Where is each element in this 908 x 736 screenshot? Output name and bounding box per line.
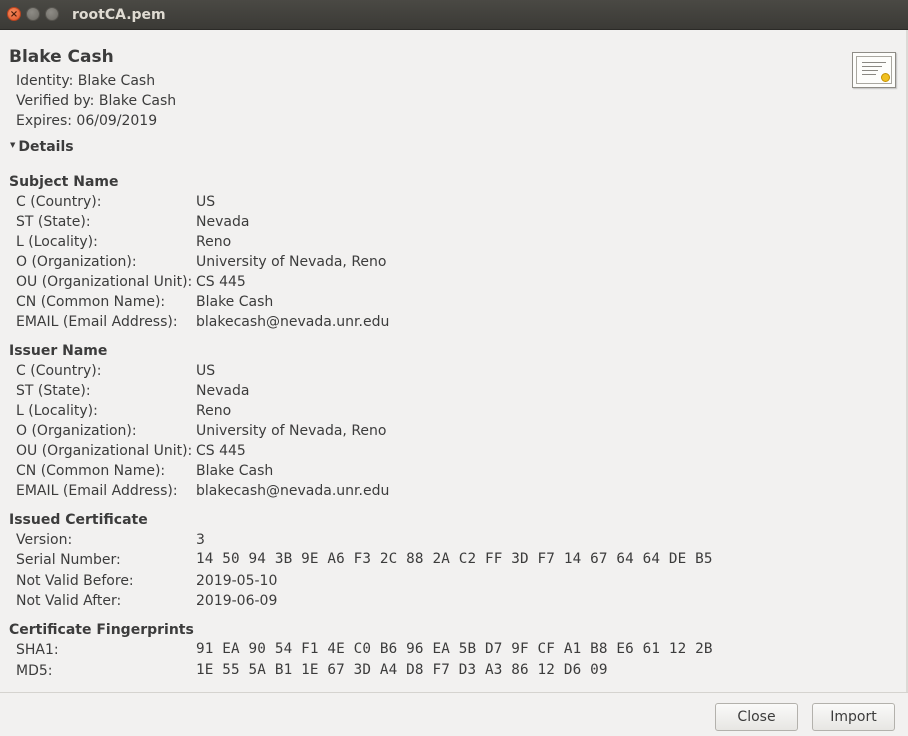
issuer-label: O (Organization):: [16, 423, 137, 439]
issuer-value: blakecash@nevada.unr.edu: [196, 483, 390, 499]
issuer-label: CN (Common Name):: [16, 463, 166, 479]
subject-label: ST (State):: [16, 214, 91, 230]
subject-value: Nevada: [196, 214, 250, 230]
subject-value: US: [196, 194, 216, 210]
issuer-value: Reno: [196, 403, 232, 419]
issued-label: Version:: [16, 532, 73, 548]
subject-value: CS 445: [196, 274, 246, 290]
fingerprints-heading: Certificate Fingerprints: [9, 622, 194, 638]
verified-by-text: Verified by: Blake Cash: [16, 93, 177, 109]
expires-text: Expires: 06/09/2019: [16, 113, 158, 129]
issued-label: Serial Number:: [16, 552, 121, 568]
certificate-icon: [852, 52, 896, 88]
subject-label: CN (Common Name):: [16, 294, 166, 310]
fingerprint-label: MD5:: [16, 663, 53, 679]
subject-heading: Subject Name: [9, 174, 119, 190]
issued-label: Not Valid Before:: [16, 573, 134, 589]
import-button[interactable]: Import: [812, 703, 895, 731]
certificate-viewer: Blake Cash Identity: Blake Cash Verified…: [0, 30, 908, 692]
issuer-value: Nevada: [196, 383, 250, 399]
subject-value: blakecash@nevada.unr.edu: [196, 314, 390, 330]
subject-label: EMAIL (Email Address):: [16, 314, 178, 330]
issued-value: 2019-06-09: [196, 593, 278, 609]
issuer-label: L (Locality):: [16, 403, 98, 419]
issuer-value: CS 445: [196, 443, 246, 459]
title-bar: × rootCA.pem: [0, 0, 908, 30]
sha1-value: 91 EA 90 54 F1 4E C0 B6 96 EA 5B D7 9F C…: [196, 641, 713, 657]
issuer-value: US: [196, 363, 216, 379]
details-expander[interactable]: ▼ Details: [10, 139, 74, 155]
issuer-label: ST (State):: [16, 383, 91, 399]
subject-label: O (Organization):: [16, 254, 137, 270]
details-label: Details: [18, 139, 74, 155]
issued-label: Not Valid After:: [16, 593, 122, 609]
certificate-name: Blake Cash: [9, 47, 114, 67]
window-close-icon[interactable]: ×: [7, 7, 21, 21]
window-maximize-icon[interactable]: [45, 7, 59, 21]
issuer-value: University of Nevada, Reno: [196, 423, 387, 439]
issuer-value: Blake Cash: [196, 463, 274, 479]
issued-heading: Issued Certificate: [9, 512, 148, 528]
issuer-label: C (Country):: [16, 363, 102, 379]
issuer-label: OU (Organizational Unit):: [16, 443, 193, 459]
subject-value: Reno: [196, 234, 232, 250]
window-minimize-icon[interactable]: [26, 7, 40, 21]
issuer-label: EMAIL (Email Address):: [16, 483, 178, 499]
md5-value: 1E 55 5A B1 1E 67 3D A4 D8 F7 D3 A3 86 1…: [196, 662, 608, 678]
serial-number-value: 14 50 94 3B 9E A6 F3 2C 88 2A C2 FF 3D F…: [196, 551, 713, 567]
button-bar: Close Import: [0, 692, 908, 736]
fingerprint-label: SHA1:: [16, 642, 59, 658]
subject-label: OU (Organizational Unit):: [16, 274, 193, 290]
issued-value: 2019-05-10: [196, 573, 278, 589]
issuer-heading: Issuer Name: [9, 343, 108, 359]
subject-value: University of Nevada, Reno: [196, 254, 387, 270]
identity-text: Identity: Blake Cash: [16, 73, 156, 89]
issued-value: 3: [196, 532, 205, 548]
subject-value: Blake Cash: [196, 294, 274, 310]
triangle-down-icon: ▼: [10, 141, 16, 149]
subject-label: L (Locality):: [16, 234, 98, 250]
subject-label: C (Country):: [16, 194, 102, 210]
close-button[interactable]: Close: [715, 703, 798, 731]
window-title: rootCA.pem: [72, 7, 166, 23]
